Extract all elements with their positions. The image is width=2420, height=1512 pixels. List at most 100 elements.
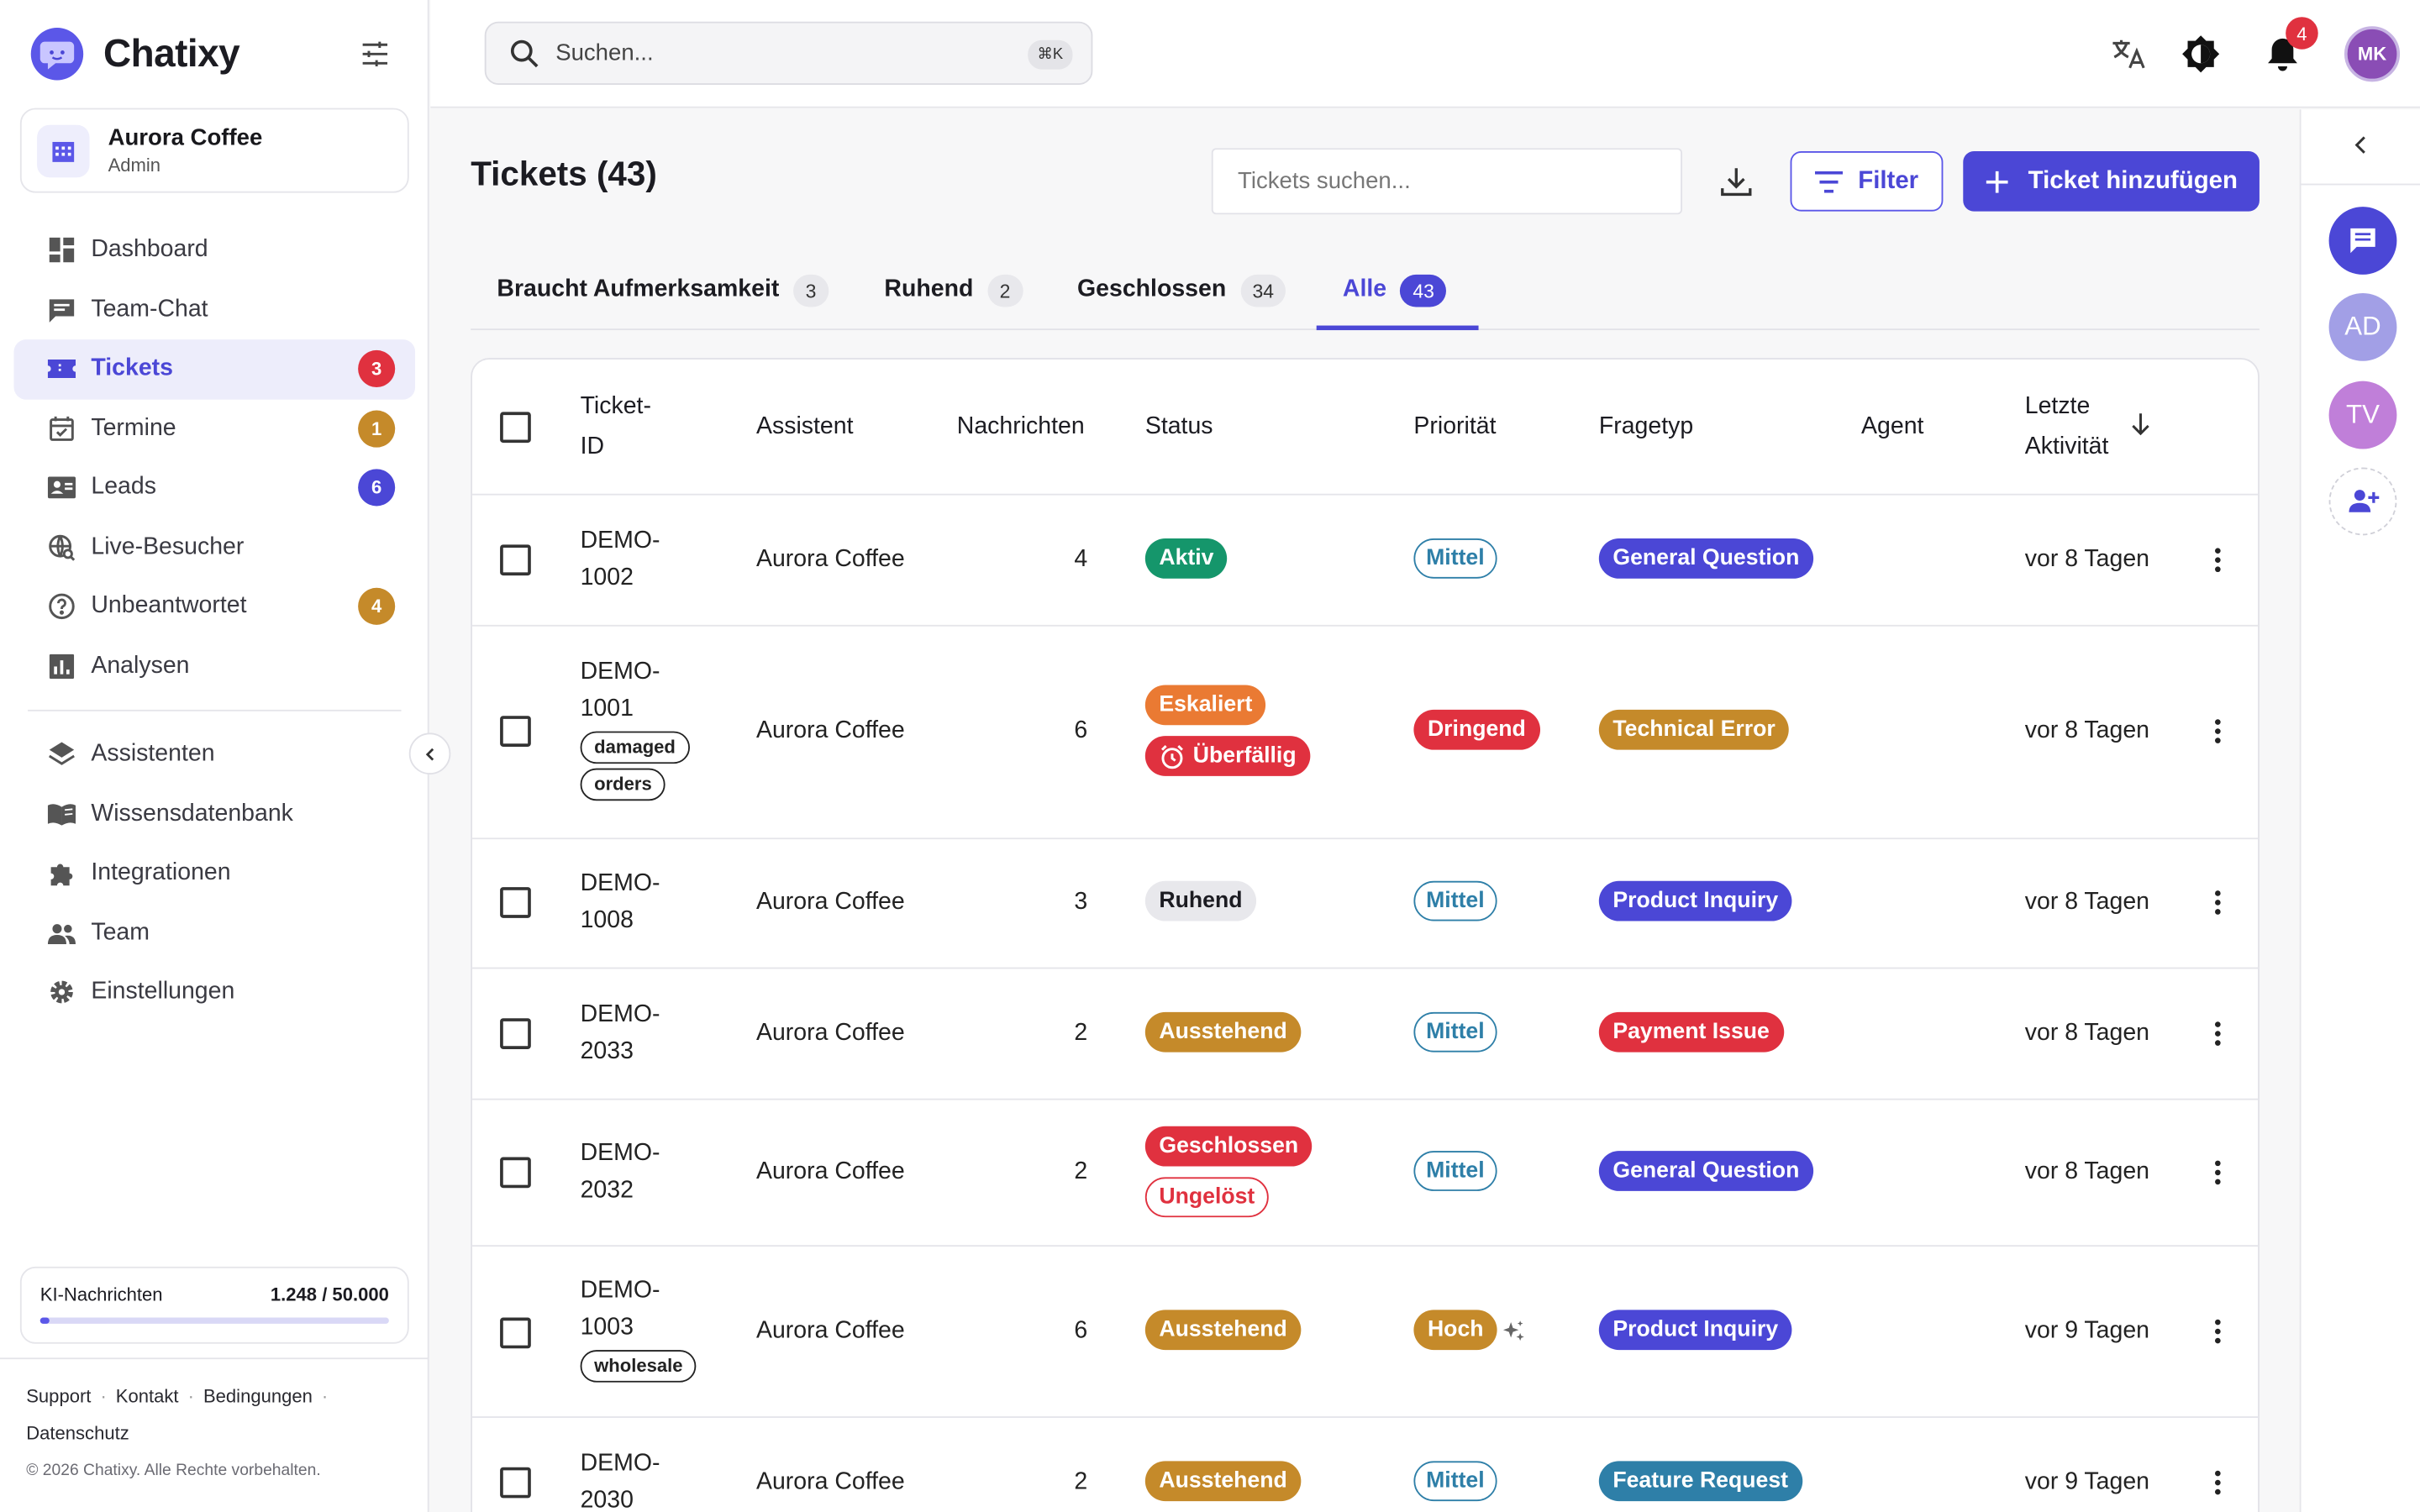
tab-label: Braucht Aufmerksamkeit [497,276,780,302]
more-options-icon[interactable] [2213,1469,2223,1497]
col-last-activity[interactable]: Letzte Aktivität [2025,387,2109,468]
overdue-label: Überfällig [1192,743,1297,769]
add-ticket-button[interactable]: Ticket hinzufügen [1963,150,2260,212]
last-activity: vor 8 Tagen [2024,888,2150,916]
chevron-left-icon[interactable] [2348,131,2375,159]
row-checkbox[interactable] [500,1467,531,1499]
quota-bar-fill [39,1317,50,1324]
right-rail: AD TV [2299,109,2420,1512]
sidebar-item-label: Dashboard [91,236,208,263]
rail-chat-button[interactable] [2328,207,2397,275]
ticket-id[interactable]: DEMO- 1001 damaged orders [580,654,690,802]
sidebar: Chatixy Aurora Coffee Admin Dashboard Te… [0,0,429,1512]
overdue-badge: Überfällig [1144,736,1311,776]
ticket-id[interactable]: DEMO- 2030 [581,1446,660,1512]
theme-toggle-icon[interactable] [2181,34,2221,74]
search-input[interactable]: Suchen... [555,40,653,66]
global-search[interactable]: Suchen... ⌘K [484,21,1093,86]
sidebar-item-einstellungen[interactable]: Einstellungen [14,963,416,1022]
table-header-row: Ticket- ID Assistent Nachrichten Status P… [472,360,2259,496]
ticket-id[interactable]: DEMO- 1008 [581,865,660,939]
sidebar-item-leads[interactable]: Leads 6 [14,458,416,517]
col-messages[interactable]: Nachrichten [957,407,1085,448]
sidebar-item-wissensdatenbank[interactable]: Wissensdatenbank [14,785,416,844]
tab-all[interactable]: Alle 43 [1343,262,1447,330]
more-options-icon[interactable] [2213,1020,2223,1047]
rail-avatar-tv[interactable]: TV [2328,381,2397,449]
table-row[interactable]: DEMO- 2030 Aurora Coffee 2 Ausstehend Mit… [472,1418,2258,1512]
analytics-icon [46,651,77,682]
row-checkbox[interactable] [500,1157,531,1189]
table-row[interactable]: DEMO- 1008 Aurora Coffee 3 Ruhend Mittel … [472,839,2259,969]
status-badge: Ausstehend [1144,1310,1302,1351]
messages-cell: 6 [1074,717,1088,744]
ai-messages-quota: KI-Nachrichten 1.248 / 50.000 [19,1266,409,1344]
org-switcher[interactable]: Aurora Coffee Admin [19,108,409,193]
row-checkbox[interactable] [500,716,531,747]
sidebar-item-assistenten[interactable]: Assistenten [14,725,416,785]
sidebar-item-integrationen[interactable]: Integrationen [14,844,416,904]
col-agent[interactable]: Agent [1861,407,1923,448]
col-priority[interactable]: Priorität [1413,407,1496,448]
col-status[interactable]: Status [1145,407,1213,448]
sidebar-item-team-chat[interactable]: Team-Chat [14,280,416,339]
ticket-search-input[interactable]: Tickets suchen... [1211,148,1683,215]
filter-button[interactable]: Filter [1790,150,1944,212]
page-title: Tickets (43) [471,154,657,193]
sparkle-icon[interactable] [1502,1319,1526,1343]
table-row[interactable]: DEMO- 2033 Aurora Coffee 2 Ausstehend Mit… [472,969,2259,1100]
support-link[interactable]: Support [26,1385,91,1407]
row-checkbox[interactable] [500,887,531,918]
sort-desc-icon[interactable] [2130,412,2152,444]
select-all-checkbox[interactable] [500,412,531,444]
user-avatar[interactable]: MK [2344,26,2401,82]
col-ticket-id[interactable]: Ticket- ID [581,387,651,468]
leads-badge: 6 [358,469,396,507]
row-checkbox[interactable] [500,1317,531,1349]
row-checkbox[interactable] [500,544,531,576]
tune-icon[interactable] [360,39,391,70]
messages-cell: 2 [1074,1020,1088,1047]
translate-icon[interactable] [2108,34,2149,74]
sidebar-item-dashboard[interactable]: Dashboard [14,221,416,281]
chat-icon [46,294,77,325]
tickets-badge: 3 [358,350,396,388]
more-options-icon[interactable] [2213,717,2223,745]
sidebar-collapse-button[interactable] [408,732,451,775]
col-type[interactable]: Fragetyp [1599,407,1693,448]
rail-add-person-button[interactable] [2328,467,2397,536]
ticket-id[interactable]: DEMO- 2032 [581,1136,660,1210]
table-row[interactable]: DEMO- 2032 Aurora Coffee 2 Geschlossen Un… [472,1100,2259,1247]
table-row[interactable]: DEMO- 1003 wholesale Aurora Coffee 6 Auss… [472,1247,2259,1418]
ticket-id[interactable]: DEMO- 1002 [581,523,660,597]
tab-closed[interactable]: Geschlossen 34 [1077,262,1286,330]
row-checkbox[interactable] [500,1018,531,1049]
rail-avatar-ad[interactable]: AD [2328,292,2397,361]
tab-count: 34 [1239,274,1286,307]
more-options-icon[interactable] [2213,546,2223,574]
download-icon[interactable] [1718,164,1754,201]
ticket-id[interactable]: DEMO- 1003 wholesale [580,1273,697,1383]
sidebar-item-tickets[interactable]: Tickets 3 [13,339,416,399]
tab-attention[interactable]: Braucht Aufmerksamkeit 3 [497,262,829,330]
sidebar-item-analysen[interactable]: Analysen [14,637,416,696]
ticket-id[interactable]: DEMO- 2033 [581,997,660,1071]
sidebar-item-live-besucher[interactable]: Live-Besucher [14,517,416,577]
more-options-icon[interactable] [2213,1318,2223,1346]
tab-dormant[interactable]: Ruhend 2 [884,262,1023,330]
terms-link[interactable]: Bedingungen [203,1385,313,1407]
sidebar-item-team[interactable]: Team [14,903,416,963]
more-options-icon[interactable] [2213,889,2223,916]
sidebar-item-unbeantwortet[interactable]: Unbeantwortet 4 [14,577,416,637]
privacy-link[interactable]: Datenschutz [26,1422,129,1444]
table-row[interactable]: DEMO- 1001 damaged orders Aurora Coffee 6… [472,627,2259,840]
search-shortcut: ⌘K [1028,39,1073,70]
sidebar-item-label: Leads [91,474,156,501]
chatixy-logo-icon[interactable] [30,28,84,81]
contact-link[interactable]: Kontakt [116,1385,179,1407]
sidebar-item-termine[interactable]: Termine 1 [14,399,416,459]
more-options-icon[interactable] [2213,1158,2223,1186]
table-row[interactable]: DEMO- 1002 Aurora Coffee 4 Aktiv Mittel G… [472,496,2259,627]
col-assistant[interactable]: Assistent [756,407,854,448]
calendar-icon [46,413,77,444]
